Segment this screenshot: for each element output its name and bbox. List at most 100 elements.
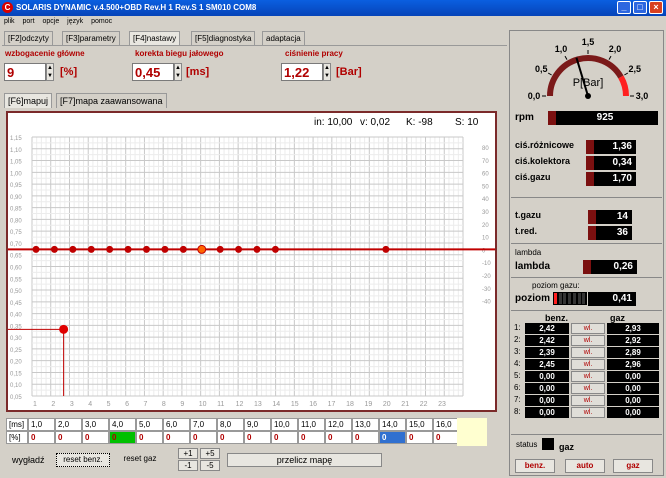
tab-odczyty[interactable]: [F2]odczyty <box>4 31 53 45</box>
plus5-button[interactable]: +5 <box>200 448 220 459</box>
y-left-tick: 0,10 <box>10 383 22 389</box>
series-marker <box>87 245 95 253</box>
injectors-table: 1: 2,42 wl. 2,93 2: 2,42 wl. 2,92 3: 2,39 wl. 2,89 4… <box>511 323 661 419</box>
idle-spinner[interactable]: ▲ ▼ <box>174 63 182 81</box>
menu-port[interactable]: port <box>22 18 34 25</box>
minimize-button[interactable]: _ <box>617 1 631 14</box>
smooth-button[interactable]: wygładź <box>12 455 45 465</box>
menu-opcje[interactable]: opcje <box>42 18 59 25</box>
pct-cell[interactable]: 0 <box>136 431 163 444</box>
y-left-tick: 0,50 <box>10 289 22 295</box>
pressure-field[interactable]: 1,22 <box>281 63 323 81</box>
pct-cell[interactable]: 0 <box>82 431 109 444</box>
series-marker <box>382 245 390 253</box>
injector-wl-button[interactable]: wl. <box>571 395 605 406</box>
gauge-hub <box>585 93 591 99</box>
pressure-spinner[interactable]: ▲ ▼ <box>323 63 331 81</box>
ms-cell: 16,0 <box>433 418 460 431</box>
pressure-gauge: 0,0 0,5 1,0 1,5 2,0 2,5 3,0 P[Bar] <box>528 37 649 101</box>
y-left-tick: 1,10 <box>10 148 22 154</box>
injector-gaz-value: 2,93 <box>607 323 659 334</box>
pct-cell[interactable]: 0 <box>433 431 460 444</box>
plus1-button[interactable]: +1 <box>178 448 198 459</box>
injector-wl-button[interactable]: wl. <box>571 323 605 334</box>
divider <box>511 434 662 435</box>
tab-nastawy[interactable]: [F4]nastawy <box>129 31 181 45</box>
pct-cell[interactable]: 0 <box>217 431 244 444</box>
pct-cell[interactable]: 0 <box>109 431 136 444</box>
maximize-button[interactable]: □ <box>633 1 647 14</box>
pct-cell[interactable]: 0 <box>55 431 82 444</box>
recalc-map-button[interactable]: przelicz mapę <box>227 453 382 467</box>
pct-cell[interactable]: 0 <box>379 431 406 444</box>
ms-cell: 5,0 <box>136 418 163 431</box>
pct-cell[interactable]: 0 <box>271 431 298 444</box>
ms-cell: 9,0 <box>244 418 271 431</box>
pct-cell[interactable]: 0 <box>28 431 55 444</box>
map-chart[interactable]: 1,15 1,10 1,05 1,00 0,95 0,90 0,85 0,80 0,75 0,70… <box>6 111 497 412</box>
pct-cell[interactable]: 0 <box>406 431 433 444</box>
pct-cell[interactable]: 0 <box>298 431 325 444</box>
tab-mapa-zaawansowana[interactable]: [F7]mapa zaawansowana <box>56 93 167 108</box>
mode-auto-button[interactable]: auto <box>565 459 605 473</box>
tab-diagnostyka[interactable]: [F5]diagnostyka <box>191 31 256 45</box>
pct-row-label: [%] <box>6 431 28 444</box>
series-marker <box>235 245 243 253</box>
y-right-tick: 40 <box>482 197 489 203</box>
gauge-tick-label: 0,5 <box>535 64 548 74</box>
idle-field[interactable]: 0,45 <box>132 63 174 81</box>
x-tick: 12 <box>236 401 244 408</box>
pct-cell[interactable]: 0 <box>190 431 217 444</box>
injector-wl-button[interactable]: wl. <box>571 383 605 394</box>
tab-adaptacja[interactable]: adaptacja <box>262 31 305 45</box>
x-tick: 23 <box>438 401 446 408</box>
injector-wl-button[interactable]: wl. <box>571 371 605 382</box>
injector-wl-button[interactable]: wl. <box>571 359 605 370</box>
map-chart-canvas[interactable]: 1,15 1,10 1,05 1,00 0,95 0,90 0,85 0,80 0,75 0,70… <box>8 113 495 410</box>
x-tick: 17 <box>328 401 336 408</box>
pct-cell[interactable]: 0 <box>163 431 190 444</box>
x-tick: 9 <box>180 401 184 408</box>
ms-cell: 11,0 <box>298 418 325 431</box>
ms-cell: 4,0 <box>109 418 136 431</box>
ms-cell: 12,0 <box>325 418 352 431</box>
menu-jezyk[interactable]: język <box>67 18 83 25</box>
lambda-value: 0,26 <box>583 260 637 274</box>
enrich-field[interactable]: 9 <box>4 63 46 81</box>
pct-cell[interactable]: 0 <box>352 431 379 444</box>
injector-benz-value: 2,42 <box>525 323 569 334</box>
tab-mapuj[interactable]: [F6]mapuj <box>4 93 53 108</box>
close-button[interactable]: × <box>649 1 663 14</box>
mode-gaz-button[interactable]: gaz <box>613 459 653 473</box>
pct-cell[interactable]: 0 <box>325 431 352 444</box>
reset-benz-button[interactable]: reset benz. <box>56 453 110 467</box>
injector-benz-value: 2,45 <box>525 359 569 370</box>
injector-wl-button[interactable]: wl. <box>571 407 605 418</box>
series-marker <box>106 245 114 253</box>
x-tick: 2 <box>51 401 55 408</box>
pct-cell[interactable]: 0 <box>244 431 271 444</box>
y-right-tick: 60 <box>482 172 489 178</box>
y-left-tick: 0,40 <box>10 313 22 319</box>
gauge-arc <box>618 75 629 97</box>
reducer-temp-label: t.red. <box>515 226 538 236</box>
injector-benz-value: 0,00 <box>525 395 569 406</box>
menu-pomoc[interactable]: pomoc <box>91 18 112 25</box>
y-right-tick: 80 <box>482 146 489 152</box>
diff-pressure-label: ciś.różnicowe <box>515 140 575 150</box>
mode-benz-button[interactable]: benz. <box>515 459 555 473</box>
minus5-button[interactable]: -5 <box>200 460 220 471</box>
series-marker <box>124 245 132 253</box>
tab-parametry[interactable]: [F3]parametry <box>62 31 120 45</box>
injector-wl-button[interactable]: wl. <box>571 335 605 346</box>
injector-number: 2: <box>514 335 521 344</box>
y-right-tick: 50 <box>482 184 489 190</box>
minus1-button[interactable]: -1 <box>178 460 198 471</box>
enrich-spinner[interactable]: ▲ ▼ <box>46 63 54 81</box>
menu-plik[interactable]: plik <box>4 18 15 25</box>
reset-gaz-button[interactable]: reset gaz <box>114 453 166 467</box>
injector-wl-button[interactable]: wl. <box>571 347 605 358</box>
x-tick: 20 <box>383 401 391 408</box>
ms-cell: 7,0 <box>190 418 217 431</box>
menu-bar: plik port opcje język pomoc <box>4 18 118 25</box>
